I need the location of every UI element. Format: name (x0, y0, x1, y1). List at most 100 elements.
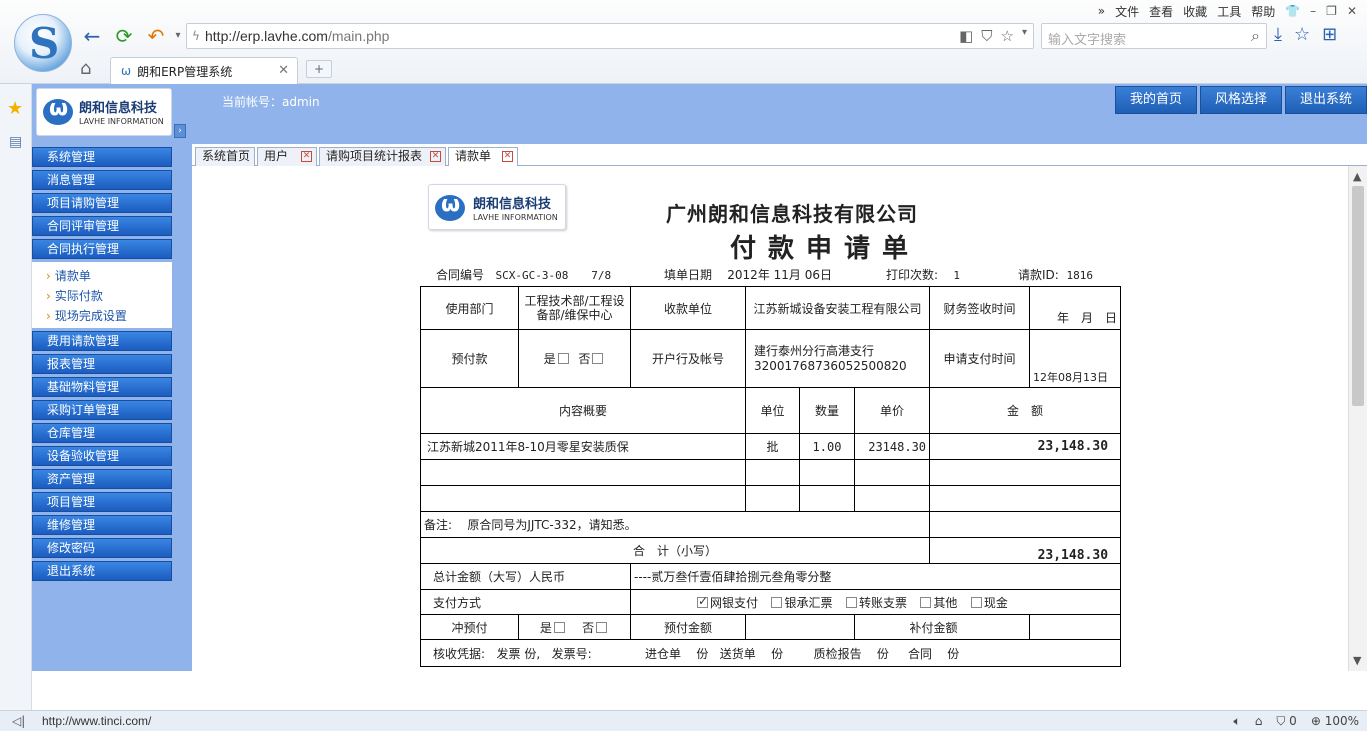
request-id-label: 请款ID: (1018, 268, 1059, 282)
subtotal-label: 合 计（小写） (419, 537, 931, 564)
current-account: 当前帐号：admin (222, 95, 320, 109)
request-id: 1816 (1066, 269, 1093, 282)
menu-help[interactable]: 帮助 (1251, 3, 1275, 20)
menu-view[interactable]: 查看 (1149, 3, 1173, 20)
notes-icon[interactable]: ▤ (9, 134, 22, 150)
remark-text: 原合同号为JJTC-332，请知悉。 (467, 518, 637, 532)
browser-tab[interactable]: ω 朗和ERP管理系统 ✕ (110, 57, 298, 84)
prepay-options: 是 否 (518, 329, 631, 388)
bank-draft-checkbox[interactable] (771, 596, 783, 608)
sidebar-item-expense[interactable]: 费用请款管理 (32, 331, 172, 351)
chevron-down-icon[interactable]: ▾ (1022, 27, 1027, 45)
prepay-yes-checkbox[interactable] (557, 353, 569, 364)
tab-close-icon[interactable]: ✕ (278, 63, 289, 78)
tab-users[interactable]: 用户 ✕ (257, 147, 317, 166)
search-box[interactable]: 输入文字搜索 ⌕ (1041, 23, 1267, 49)
scroll-down-icon[interactable]: ▼ (1353, 654, 1361, 667)
tab-payment-request[interactable]: 请款单 ✕ (448, 147, 518, 167)
tab-purchase-report-label: 请购项目统计报表 (326, 149, 423, 163)
offset-yes-checkbox[interactable] (553, 621, 565, 633)
bookmark-star-icon[interactable]: ☆ (1001, 27, 1014, 45)
address-bar[interactable]: ϟ http://erp.lavhe.com/main.php ◧ ⛉ ☆ ▾ (186, 23, 1034, 49)
menu-tools[interactable]: 工具 (1217, 3, 1241, 20)
contract-no: SCX-GC-3-08 (495, 269, 569, 282)
sidebar-item-projects[interactable]: 项目管理 (32, 492, 172, 512)
tab-close-icon[interactable]: ✕ (502, 151, 513, 162)
sidebar-item-maintenance[interactable]: 维修管理 (32, 515, 172, 535)
sidebar-collapse-button[interactable]: › (174, 124, 186, 138)
app-logo: 朗和信息科技 LAVHE INFORMATION (36, 88, 172, 136)
zoom-level[interactable]: ⊕ 100% (1311, 714, 1359, 729)
style-select-button[interactable]: 风格选择 (1199, 86, 1282, 114)
dept-label: 使用部门 (420, 286, 519, 330)
skin-icon[interactable]: 👕 (1285, 4, 1300, 18)
tab-home[interactable]: 系统首页 (195, 147, 255, 166)
prepay-no-checkbox[interactable] (592, 353, 604, 364)
my-home-button[interactable]: 我的首页 (1114, 86, 1197, 114)
scroll-up-icon[interactable]: ▲ (1353, 170, 1361, 183)
sidebar-item-contract-execution[interactable]: 合同执行管理 (32, 239, 172, 259)
page-icon[interactable]: ◧ (959, 27, 973, 45)
tab-close-icon[interactable]: ✕ (301, 151, 312, 162)
favorites-star-icon[interactable]: ★ (7, 98, 23, 119)
logout-button[interactable]: 退出系统 (1284, 86, 1367, 114)
sidebar-item-contract-review[interactable]: 合同评审管理 (32, 216, 172, 236)
undo-icon[interactable]: ↶ (144, 24, 168, 48)
address-url[interactable]: http://erp.lavhe.com/main.php (205, 28, 389, 44)
fill-date: 2012年 11月 06日 (727, 268, 832, 282)
sidebar-item-system[interactable]: 系统管理 (32, 147, 172, 167)
back-icon[interactable]: ← (80, 24, 104, 48)
sidebar-item-assets[interactable]: 资产管理 (32, 469, 172, 489)
cash-checkbox[interactable] (970, 596, 982, 608)
close-icon[interactable]: ✕ (1347, 4, 1357, 18)
offset-options: 是 否 (518, 614, 631, 640)
tab-purchase-report[interactable]: 请购项目统计报表 ✕ (319, 147, 446, 166)
menu-file[interactable]: 文件 (1115, 3, 1139, 20)
browser-side-rail: ★ ▤ (0, 84, 32, 710)
verify-label: 核收凭据: (433, 646, 486, 661)
search-input[interactable]: 输入文字搜索 (1048, 29, 1126, 48)
sidebar-item-reports[interactable]: 报表管理 (32, 354, 172, 374)
browser-logo-icon (14, 14, 72, 72)
tab-close-icon[interactable]: ✕ (430, 151, 441, 162)
sidebar-item-warehouse[interactable]: 仓库管理 (32, 423, 172, 443)
blocked-count[interactable]: ⛉ 0 (1276, 714, 1296, 729)
shield-icon[interactable]: ⛉ (981, 27, 992, 45)
sidebar-item-materials[interactable]: 基础物料管理 (32, 377, 172, 397)
online-pay-checkbox[interactable] (697, 594, 708, 608)
sidebar-sub-payment-request[interactable]: 请款单 (46, 266, 172, 286)
sidebar-item-purchase-request[interactable]: 项目请购管理 (32, 193, 172, 213)
search-icon[interactable]: ⌕ (1251, 26, 1260, 46)
other-checkbox[interactable] (920, 596, 932, 608)
sidebar-item-change-password[interactable]: 修改密码 (32, 538, 172, 558)
verify-delivery: 送货单 (719, 646, 756, 661)
sidebar-item-exit[interactable]: 退出系统 (32, 561, 172, 581)
minimize-icon[interactable]: – (1310, 4, 1316, 18)
menu-favorites[interactable]: 收藏 (1183, 3, 1207, 20)
verify-invoice-no: 发票号: (551, 646, 592, 661)
download-icon[interactable]: ⤓ (1274, 24, 1282, 45)
bank-label: 开户行及帐号 (630, 329, 746, 388)
sidebar-item-purchase-orders[interactable]: 采购订单管理 (32, 400, 172, 420)
sidebar-toggle-icon[interactable]: ◁| (12, 714, 25, 728)
sidebar-sub-site-completion[interactable]: 现场完成设置 (46, 306, 172, 326)
briefcase-icon[interactable]: ⌂ (1255, 714, 1263, 729)
apps-grid-icon[interactable]: ⊞ (1322, 24, 1337, 45)
contract-seq: 7/8 (591, 269, 612, 282)
refresh-icon[interactable]: ⟳ (112, 24, 136, 48)
offset-no-checkbox[interactable] (596, 621, 608, 633)
content-scrollbar[interactable]: ▲ ▼ (1348, 166, 1367, 671)
favorites-icon[interactable]: ☆ (1294, 24, 1310, 45)
transfer-check-label: 转账支票 (858, 595, 907, 610)
new-tab-button[interactable]: + (306, 60, 332, 78)
more-icon[interactable]: » (1098, 4, 1105, 18)
sidebar-sub-actual-payment[interactable]: 实际付款 (46, 286, 172, 306)
transfer-check-checkbox[interactable] (845, 596, 857, 608)
sidebar-item-acceptance[interactable]: 设备验收管理 (32, 446, 172, 466)
sidebar-item-messages[interactable]: 消息管理 (32, 170, 172, 190)
speaker-icon[interactable]: 🔈︎ (1234, 714, 1241, 729)
payee-value: 江苏新城设备安装工程有限公司 (744, 286, 931, 330)
home-icon[interactable]: ⌂ (80, 58, 91, 79)
scroll-thumb[interactable] (1352, 186, 1364, 406)
restore-icon[interactable]: ❐ (1326, 4, 1337, 18)
